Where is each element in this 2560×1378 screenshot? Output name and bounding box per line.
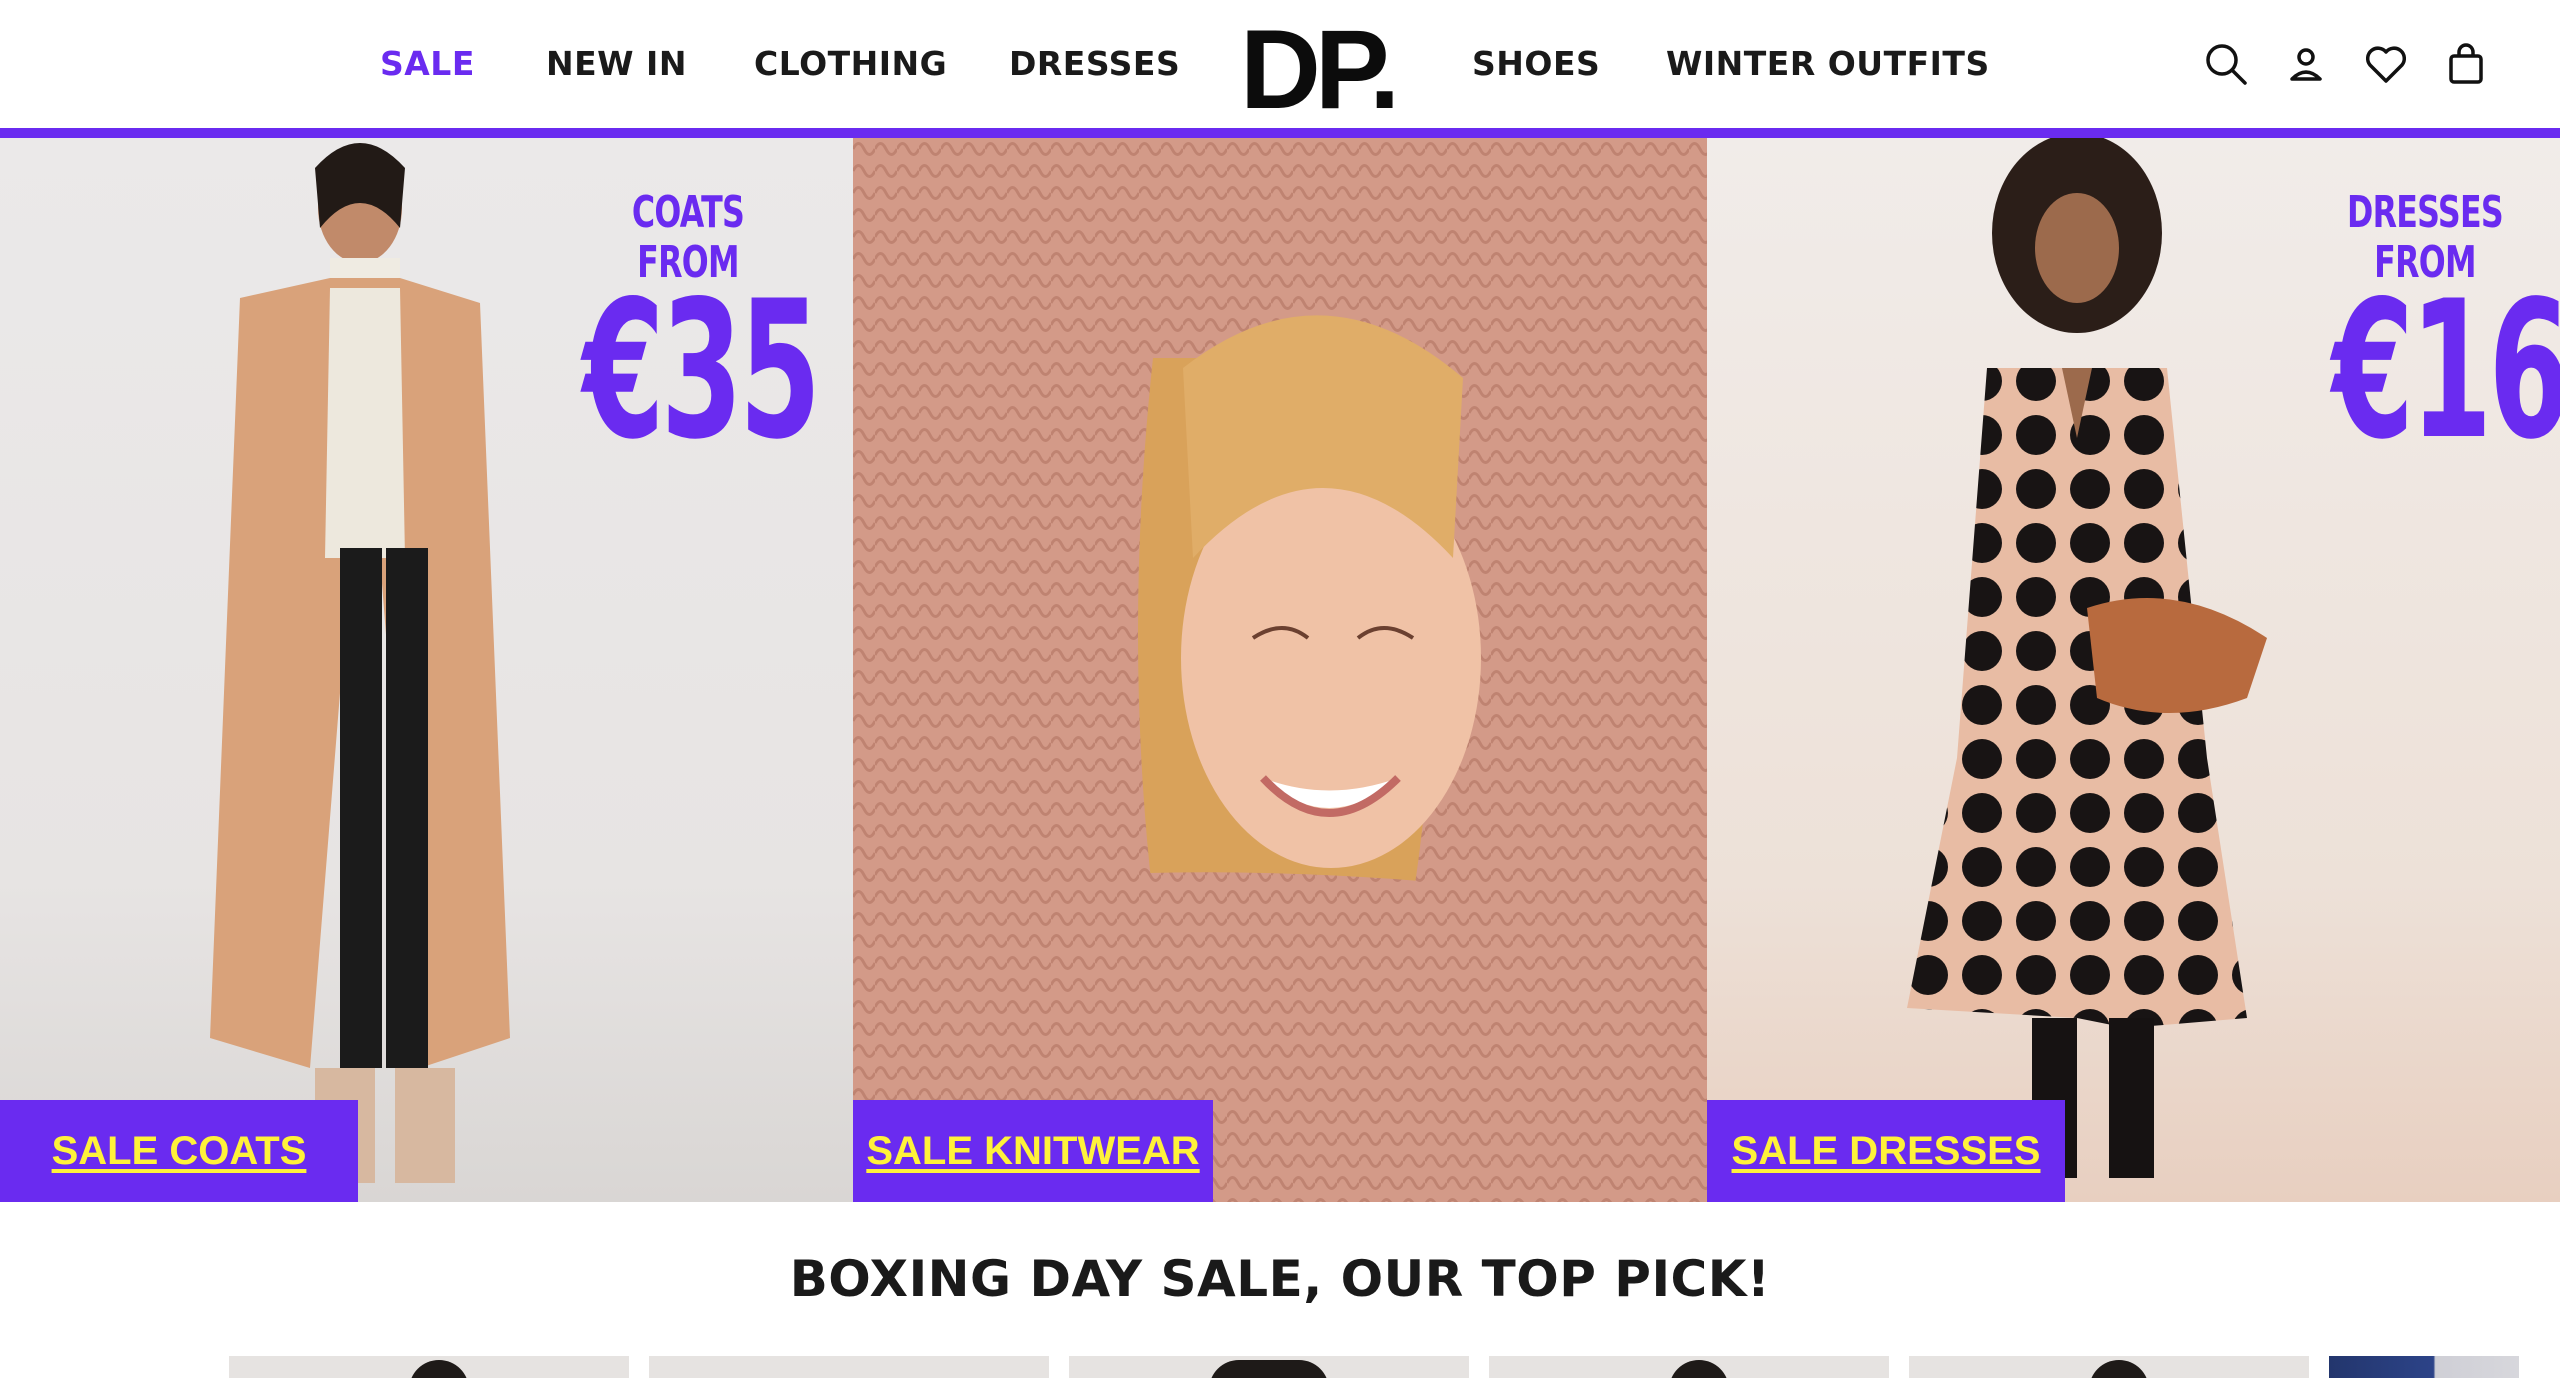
model-in-knitwear-image <box>853 138 1707 1202</box>
section-title: BOXING DAY SALE, OUR TOP PICK! <box>789 1250 1771 1308</box>
product-card[interactable] <box>1489 1356 1889 1378</box>
product-image <box>1669 1360 1729 1378</box>
header-accent-bar <box>0 128 2560 138</box>
nav-sale[interactable]: SALE <box>380 44 475 83</box>
site-header: SALE NEW IN CLOTHING DRESSES DP. SHOES W… <box>0 0 2560 128</box>
nav-winter-outfits[interactable]: WINTER OUTFITS <box>1666 44 1990 83</box>
bag-icon[interactable] <box>2442 40 2490 88</box>
hero-knitwear-panel[interactable]: SALE KNITWEAR <box>853 138 1707 1202</box>
search-icon[interactable] <box>2202 40 2250 88</box>
model-in-dress-image <box>1907 138 2267 1178</box>
nav-new-in[interactable]: NEW IN <box>546 44 687 83</box>
brand-logo[interactable]: DP. <box>1240 14 1400 126</box>
sale-coats-button[interactable]: SALE COATS <box>0 1100 358 1202</box>
cta-label: SALE KNITWEAR <box>866 1128 1200 1173</box>
nav-shoes[interactable]: SHOES <box>1472 44 1600 83</box>
product-image <box>2089 1360 2149 1378</box>
product-card[interactable] <box>229 1356 629 1378</box>
coats-promo: COATS FROM €35 <box>518 187 853 481</box>
wishlist-icon[interactable] <box>2362 40 2410 88</box>
sale-dresses-button[interactable]: SALE DRESSES <box>1707 1100 2065 1202</box>
account-icon[interactable] <box>2282 40 2330 88</box>
nav-clothing[interactable]: CLOTHING <box>754 44 947 83</box>
nav-dresses[interactable]: DRESSES <box>1009 44 1180 83</box>
sale-knitwear-button[interactable]: SALE KNITWEAR <box>853 1100 1213 1202</box>
product-card[interactable] <box>2329 1356 2519 1378</box>
hero-dresses-panel[interactable]: DRESSES FROM €16 SALE DRESSES <box>1707 138 2560 1202</box>
product-card[interactable] <box>1909 1356 2309 1378</box>
product-image <box>1209 1360 1329 1378</box>
product-card[interactable] <box>1069 1356 1469 1378</box>
promo-label: COATS <box>631 187 745 238</box>
promo-label: DRESSES <box>2347 187 2504 238</box>
product-card[interactable] <box>649 1356 1049 1378</box>
dresses-promo: DRESSES FROM €16 <box>2275 187 2560 481</box>
promo-price: €35 <box>582 260 821 481</box>
cta-label: SALE COATS <box>51 1128 307 1173</box>
hero-coats-panel[interactable]: COATS FROM €35 SALE COATS <box>0 138 853 1202</box>
cta-label: SALE DRESSES <box>1731 1128 2041 1173</box>
promo-price: €16 <box>2332 260 2560 481</box>
product-image <box>409 1360 469 1378</box>
